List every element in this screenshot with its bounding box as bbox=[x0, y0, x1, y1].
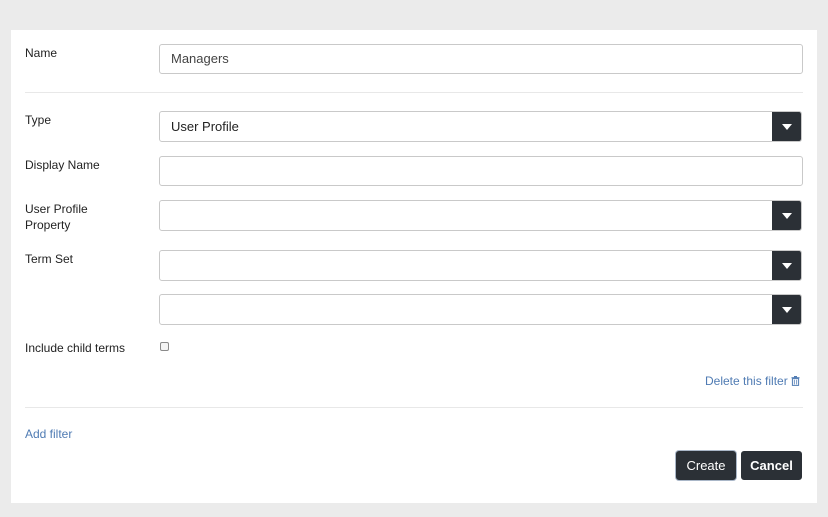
include-child-terms-label: Include child terms bbox=[25, 341, 126, 355]
term-set-label: Term Set bbox=[25, 252, 74, 266]
display-name-input[interactable] bbox=[159, 156, 803, 186]
user-profile-property-select[interactable] bbox=[159, 200, 802, 231]
user-profile-property-label-line1: User Profile bbox=[25, 202, 88, 216]
type-label: Type bbox=[25, 113, 52, 127]
include-child-terms-checkbox[interactable] bbox=[160, 342, 169, 351]
name-label: Name bbox=[25, 46, 58, 60]
trash-icon bbox=[791, 375, 800, 389]
type-select-value: User Profile bbox=[171, 119, 239, 134]
user-profile-property-label: User Profile Property bbox=[25, 201, 88, 233]
caret-down-icon[interactable] bbox=[772, 295, 801, 324]
cancel-button[interactable]: Cancel bbox=[741, 451, 802, 480]
caret-down-icon[interactable] bbox=[772, 251, 801, 280]
delete-filter-label: Delete this filter bbox=[705, 374, 788, 388]
delete-filter-link[interactable]: Delete this filter bbox=[705, 374, 800, 389]
type-select[interactable]: User Profile bbox=[159, 111, 802, 142]
caret-down-icon[interactable] bbox=[772, 201, 801, 230]
caret-down-icon[interactable] bbox=[772, 112, 801, 141]
term-select[interactable] bbox=[159, 294, 802, 325]
filter-form-panel: Name Managers Type User Profile Display … bbox=[11, 30, 817, 503]
user-profile-property-label-line2: Property bbox=[25, 218, 71, 232]
divider-top bbox=[25, 92, 803, 93]
display-name-label: Display Name bbox=[25, 158, 100, 172]
name-input[interactable]: Managers bbox=[159, 44, 803, 74]
create-button[interactable]: Create bbox=[676, 451, 736, 480]
add-filter-link[interactable]: Add filter bbox=[25, 427, 72, 441]
divider-bottom bbox=[25, 407, 803, 408]
term-set-select[interactable] bbox=[159, 250, 802, 281]
